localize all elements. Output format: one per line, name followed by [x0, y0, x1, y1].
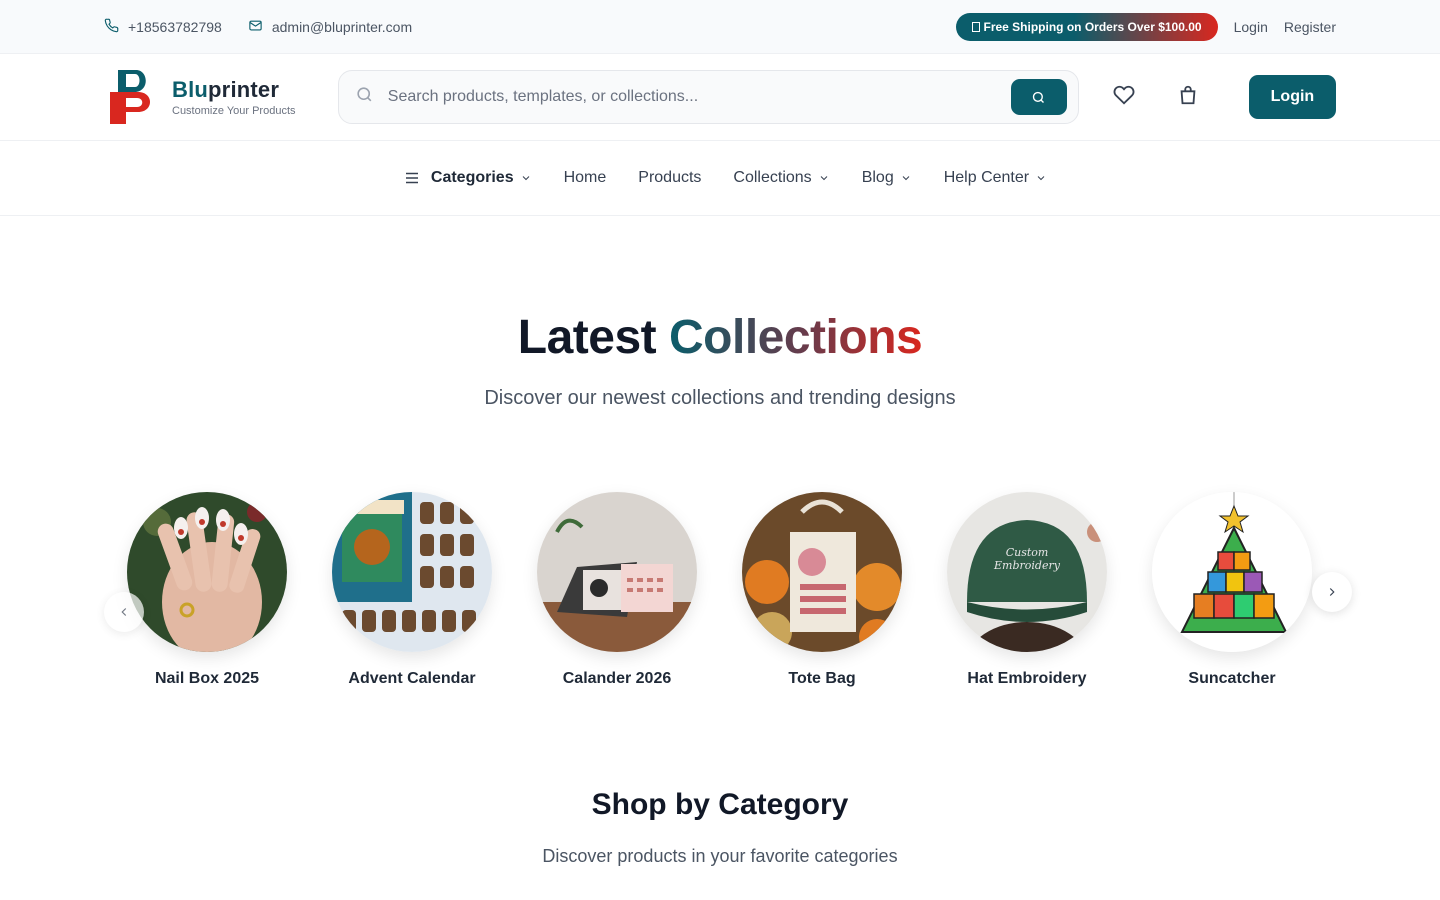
gift-icon	[971, 21, 980, 32]
carousel-next-button[interactable]	[1312, 572, 1352, 612]
search-bar	[337, 70, 1079, 124]
latest-collections-title: Latest Collections	[517, 311, 923, 364]
nav-products[interactable]: Products	[638, 169, 701, 187]
hat-embroidery-image: Custom Embroidery	[947, 492, 1107, 652]
top-register-link[interactable]: Register	[1284, 19, 1336, 35]
mail-icon	[248, 18, 263, 36]
chevron-down-icon	[820, 176, 828, 181]
svg-text:Custom: Custom	[1006, 546, 1049, 559]
nav-blog[interactable]: Blog	[862, 169, 912, 187]
nail-box-image	[127, 492, 287, 652]
login-button[interactable]: Login	[1248, 75, 1336, 119]
nav-home[interactable]: Home	[564, 169, 607, 187]
brand[interactable]: Bluprinter Customize Your Products	[108, 68, 338, 126]
svg-text:Embroidery: Embroidery	[993, 559, 1061, 572]
carousel-prev-button[interactable]	[104, 592, 144, 632]
phone-contact[interactable]: +18563782798	[104, 18, 222, 36]
logo	[108, 68, 156, 126]
chevron-right-icon	[1329, 588, 1335, 596]
brand-name: Bluprinter	[172, 77, 280, 102]
collection-card-suncatcher[interactable]: Suncatcher	[1152, 492, 1312, 688]
top-login-link[interactable]: Login	[1234, 19, 1268, 35]
suncatcher-image	[1152, 492, 1312, 652]
collection-card-advent-calendar[interactable]: Advent Calendar	[332, 492, 492, 688]
main-header: Bluprinter Customize Your Products Login	[0, 54, 1440, 141]
shop-by-category-subtitle: Discover products in your favorite categ…	[542, 846, 898, 866]
nav-collections[interactable]: Collections	[733, 169, 829, 187]
wishlist-heart-icon[interactable]	[1113, 84, 1135, 111]
collection-label: Nail Box 2025	[154, 670, 260, 687]
collection-card-tote-bag[interactable]: Tote Bag	[742, 492, 902, 688]
collections-carousel: Nail Box 2025 Advent Calendar Calander 2…	[0, 492, 1440, 692]
phone-icon	[104, 18, 119, 36]
collection-card-calendar-2026[interactable]: Calander 2026	[537, 492, 697, 688]
collection-card-hat-embroidery[interactable]: Custom Embroidery Hat Embroidery	[947, 492, 1107, 688]
shop-by-category-title: Shop by Category	[591, 788, 849, 821]
nav-categories[interactable]: Categories	[403, 169, 532, 187]
nav-help-center[interactable]: Help Center	[944, 169, 1047, 187]
tote-bag-image	[742, 492, 902, 652]
chevron-left-icon	[121, 608, 127, 616]
free-shipping-badge: Free Shipping on Orders Over $100.00	[955, 12, 1218, 41]
search-button-icon	[1033, 91, 1045, 103]
calendar-2026-image	[537, 492, 697, 652]
cart-bag-icon[interactable]	[1177, 84, 1199, 111]
collection-label: Tote Bag	[788, 670, 856, 687]
chevron-down-icon	[522, 176, 529, 181]
collection-label: Suncatcher	[1188, 670, 1276, 687]
advent-calendar-image	[332, 492, 492, 652]
brand-tagline: Customize Your Products	[172, 105, 296, 117]
chevron-down-icon	[902, 176, 910, 181]
collection-label: Advent Calendar	[348, 670, 476, 687]
search-input[interactable]	[387, 88, 1011, 106]
latest-collections-subtitle: Discover our newest collections and tren…	[484, 387, 956, 409]
shop-by-category-section: Shop by Category Discover products in yo…	[0, 788, 1440, 867]
contact-info: +18563782798 admin@bluprinter.com	[104, 18, 412, 36]
search-button[interactable]	[1010, 79, 1067, 115]
collection-label: Calander 2026	[562, 670, 672, 687]
free-shipping-text: Free Shipping on Orders Over $100.00	[983, 19, 1202, 34]
email-contact[interactable]: admin@bluprinter.com	[248, 18, 412, 36]
chevron-down-icon	[1037, 176, 1045, 181]
menu-icon	[405, 172, 418, 184]
main-nav: Categories Home Products Collections Blo…	[0, 141, 1440, 216]
top-bar: +18563782798 admin@bluprinter.com Free S…	[0, 0, 1440, 54]
collection-card-nail-box[interactable]: Nail Box 2025	[127, 492, 287, 688]
search-icon	[355, 85, 374, 109]
collection-label: Hat Embroidery	[967, 670, 1087, 687]
email-address: admin@bluprinter.com	[271, 18, 413, 35]
latest-collections-section: Latest Collections Discover our newest c…	[0, 310, 1440, 692]
phone-number: +18563782798	[128, 18, 222, 35]
